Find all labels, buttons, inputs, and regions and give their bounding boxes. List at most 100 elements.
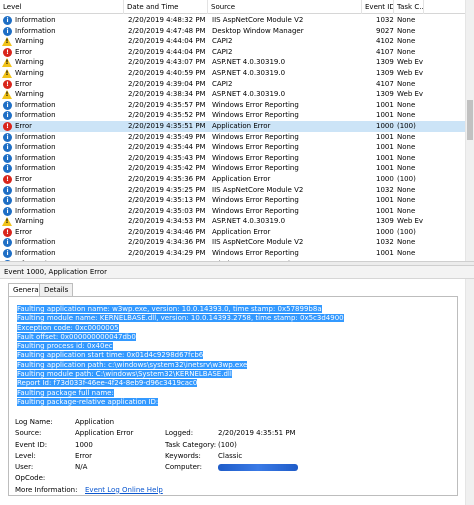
error-icon: ! [3, 47, 12, 57]
event-date: 2/20/2019 4:35:25 PM [128, 185, 206, 194]
label-user: User: [15, 463, 34, 472]
warning-icon: ! [2, 217, 12, 227]
info-icon: i [3, 143, 12, 153]
event-task: (100) [397, 121, 416, 130]
event-source: Application Error [212, 121, 271, 130]
event-source: Windows Error Reporting [212, 143, 299, 152]
error-icon: ! [3, 227, 12, 237]
info-icon: i [3, 153, 12, 163]
event-row[interactable]: i Information 2/20/2019 4:35:49 PM Windows … [0, 132, 474, 143]
message-line: Faulting module path: C:\windows\System3… [17, 370, 232, 379]
event-source: Windows Error Reporting [212, 100, 299, 109]
event-row[interactable]: ! Warning 2/20/2019 4:43:07 PM ASP.NET 4.0.… [0, 57, 474, 68]
info-icon: i [3, 185, 12, 195]
event-row[interactable]: ! Error 2/20/2019 4:35:36 PM Application Er… [0, 174, 474, 185]
event-source: ASP.NET 4.0.30319.0 [212, 58, 286, 67]
event-row[interactable]: i Information 2/20/2019 4:35:57 PM Windows … [0, 100, 474, 111]
event-row[interactable]: i Information 2/20/2019 4:35:43 PM Windows … [0, 153, 474, 164]
event-date: 2/20/2019 4:35:13 PM [128, 196, 206, 205]
event-source: Windows Error Reporting [212, 111, 299, 120]
event-row[interactable]: ! Error 2/20/2019 4:44:04 PM CAPI2 4107 None [0, 47, 474, 58]
event-date: 2/20/2019 4:44:04 PM [128, 47, 206, 56]
label-task-category: Task Category: [165, 440, 217, 449]
event-level: Information [15, 164, 56, 173]
event-row[interactable]: i Information 2/20/2019 4:35:42 PM Windows … [0, 163, 474, 174]
tab-details[interactable]: Details [39, 283, 74, 296]
value-level: Error [75, 451, 93, 460]
event-row[interactable]: ! Warning 2/20/2019 4:38:34 PM ASP.NET 4.0.… [0, 89, 474, 100]
event-id: 1001 [376, 111, 394, 120]
detail-title: Event 1000, Application Error [0, 266, 474, 279]
scrollbar-thumb[interactable] [467, 100, 473, 140]
event-id: 1001 [376, 153, 394, 162]
column-header-task[interactable]: Task C... [394, 0, 424, 14]
event-row[interactable]: ! Warning 2/20/2019 4:34:53 PM ASP.NET 4.0.… [0, 216, 474, 227]
info-icon: i [3, 132, 12, 142]
event-level: Information [15, 143, 56, 152]
column-header-date[interactable]: Date and Time [124, 0, 208, 14]
event-level: Warning [15, 37, 44, 46]
event-row[interactable]: i Information 2/20/2019 4:35:25 PM IIS AspN… [0, 185, 474, 196]
value-event-id: 1000 [75, 440, 93, 449]
event-task: None [397, 26, 416, 35]
event-row[interactable]: i Information 2/20/2019 4:35:03 PM Windows … [0, 206, 474, 217]
event-row[interactable]: ! Error 2/20/2019 4:34:46 PM Application Er… [0, 227, 474, 238]
event-row[interactable]: i Information 2/20/2019 4:48:32 PM IIS AspN… [0, 15, 474, 26]
event-source: Application Error [212, 227, 271, 236]
event-row[interactable]: ! Error 2/20/2019 4:35:51 PM Application Er… [0, 120, 474, 132]
message-line: Fault offset: 0x000000000047db0 [17, 332, 136, 341]
event-id: 1032 [376, 185, 394, 194]
event-row[interactable]: i Information 2/20/2019 4:35:13 PM Windows … [0, 195, 474, 206]
event-id: 1001 [376, 143, 394, 152]
event-row[interactable]: i Information 2/20/2019 4:34:36 PM IIS AspN… [0, 237, 474, 248]
event-row[interactable]: ! Warning 2/20/2019 4:44:04 PM CAPI2 4102 Non… [0, 36, 474, 47]
event-id: 1309 [376, 217, 394, 226]
event-level: Information [15, 100, 56, 109]
event-source: IIS AspNetCore Module V2 [212, 16, 304, 24]
event-row[interactable]: ! Error 2/20/2019 4:39:04 PM CAPI2 4107 None [0, 79, 474, 90]
event-task: None [397, 153, 416, 162]
event-source: Windows Error Reporting [212, 153, 299, 162]
detail-scrollbar[interactable] [465, 279, 474, 505]
event-level: Information [15, 26, 56, 35]
event-properties: Log Name: Application Source: Applicatio… [15, 417, 445, 496]
event-level: Information [15, 16, 56, 24]
event-task: None [397, 37, 416, 46]
event-level: Warning [15, 68, 44, 77]
label-logged: Logged: [165, 429, 194, 438]
column-header-event-id[interactable]: Event ID [362, 0, 394, 14]
info-icon: i [3, 249, 12, 259]
value-log-name: Application [75, 418, 115, 426]
message-line: Exception code: 0xc0000005 [17, 323, 119, 332]
event-log-online-help-link[interactable]: Event Log Online Help [85, 485, 163, 496]
event-list[interactable]: Level Date and Time Source Event ID Task… [0, 0, 474, 261]
event-source: Windows Error Reporting [212, 164, 299, 173]
label-level: Level: [15, 451, 36, 460]
event-list-scrollbar[interactable] [465, 0, 474, 261]
event-row[interactable]: i Information 2/20/2019 4:47:48 PM Desktop … [0, 26, 474, 37]
warning-icon: ! [2, 58, 12, 68]
event-row[interactable]: i Information 2/20/2019 4:34:29 PM Windows … [0, 248, 474, 259]
event-source: Windows Error Reporting [212, 132, 299, 141]
event-level: Error [15, 79, 33, 88]
column-header-level[interactable]: Level [0, 0, 124, 14]
event-task: None [397, 132, 416, 141]
event-date: 2/20/2019 4:34:46 PM [128, 227, 206, 236]
event-id: 1001 [376, 249, 394, 258]
event-task: None [397, 16, 416, 24]
column-header-source[interactable]: Source [208, 0, 362, 14]
event-row[interactable]: i Information 2/20/2019 4:35:44 PM Windows … [0, 142, 474, 153]
event-task: None [397, 100, 416, 109]
event-date: 2/20/2019 4:44:04 PM [128, 37, 206, 46]
info-icon: i [3, 16, 12, 25]
event-message[interactable]: Faulting application name: w3wp.exe, ver… [17, 305, 447, 407]
event-row[interactable]: i Information 2/20/2019 4:35:52 PM Windows … [0, 110, 474, 121]
label-computer: Computer: [165, 463, 203, 472]
event-task: (100) [397, 174, 416, 183]
event-source: CAPI2 [212, 47, 233, 56]
event-level: Warning [15, 217, 44, 226]
label-opcode: OpCode: [15, 474, 46, 483]
event-row[interactable]: ! Warning 2/20/2019 4:40:59 PM ASP.NET 4.0.… [0, 68, 474, 79]
event-level: Error [15, 227, 33, 236]
message-line: Report Id: f73d033f-46ee-4f24-8eb9-d96c3… [17, 379, 198, 388]
